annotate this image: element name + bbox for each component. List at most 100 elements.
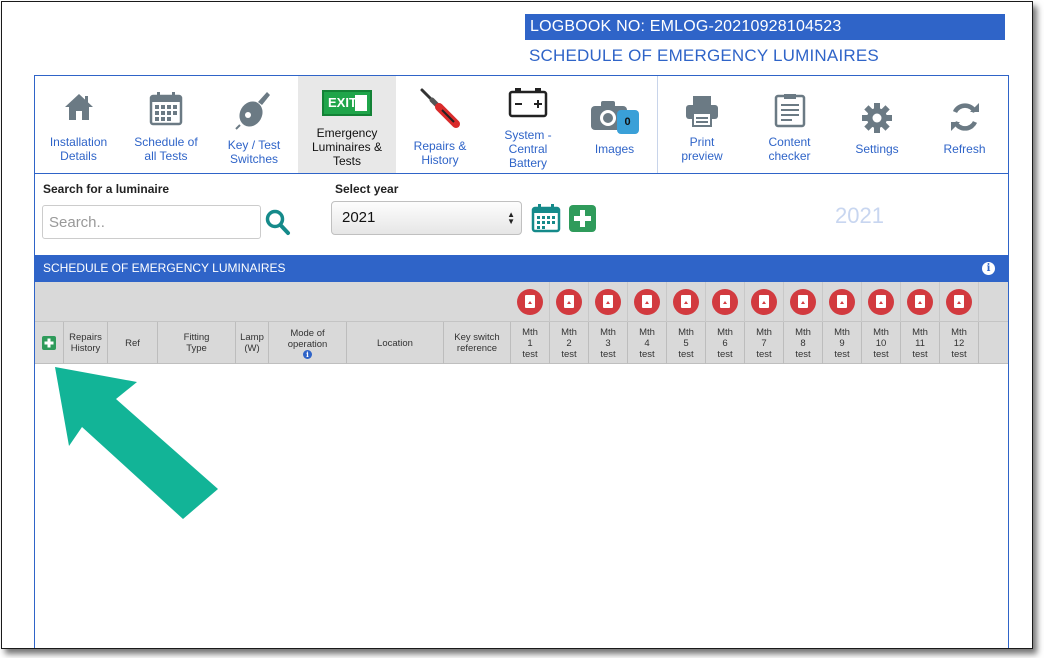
calendar-button-icon[interactable] (531, 203, 561, 233)
tool-system-central-battery[interactable]: System - Central Battery (484, 76, 572, 173)
col-month-test[interactable]: Mth 12 test (940, 322, 979, 364)
month-header-text: Mth (600, 326, 616, 338)
month-header-text: Mth (834, 326, 850, 338)
month-header-text: 8 (800, 337, 806, 349)
month-header-text: 2 (566, 337, 572, 349)
pdf-report-icon[interactable] (634, 289, 660, 315)
month-header-text: 10 (875, 337, 887, 349)
month-header-text: Mth (522, 326, 538, 338)
month-header-text: Mth (795, 326, 811, 338)
tool-print-preview[interactable]: Print preview (658, 76, 746, 173)
pdf-report-icon[interactable] (829, 289, 855, 315)
tool-label: preview (681, 149, 723, 163)
col-month-test[interactable]: Mth 3 test (589, 322, 628, 364)
pdf-report-icon[interactable] (868, 289, 894, 315)
tool-label: History (421, 153, 459, 167)
images-count-badge: 0 (616, 110, 639, 134)
add-year-button[interactable] (569, 205, 596, 232)
month-pdf-cell (511, 282, 550, 322)
col-month-test[interactable]: Mth 5 test (667, 322, 706, 364)
battery-icon (508, 88, 548, 118)
month-pdf-row (35, 282, 1008, 322)
home-icon (64, 94, 93, 120)
tool-label: Battery (508, 156, 547, 170)
tool-label: Repairs & (413, 139, 467, 153)
pdf-report-icon[interactable] (517, 289, 543, 315)
search-input[interactable] (42, 205, 261, 239)
col-location[interactable]: Location (347, 322, 444, 364)
pdf-report-icon[interactable] (556, 289, 582, 315)
tool-emergency-luminaires[interactable]: EXIT Emergency Luminaires & Tests (298, 76, 396, 173)
month-header-text: 3 (605, 337, 611, 349)
tool-label: System - (504, 128, 552, 142)
month-header-text: Mth (639, 326, 655, 338)
tool-images[interactable]: 0 Images (572, 76, 657, 173)
col-month-test[interactable]: Mth 11 test (901, 322, 940, 364)
tool-label: Central (508, 142, 548, 156)
tool-label: Luminaires & (311, 140, 383, 154)
year-display: 2021 (835, 203, 884, 228)
pdf-report-icon[interactable] (751, 289, 777, 315)
tool-label: Emergency (316, 126, 378, 140)
pdf-report-icon[interactable] (946, 289, 972, 315)
section-header: SCHEDULE OF EMERGENCY LUMINAIRES i (35, 255, 1008, 282)
search-icon[interactable] (265, 208, 291, 236)
pdf-report-icon[interactable] (790, 289, 816, 315)
month-pdf-cell (940, 282, 979, 322)
month-header-text: Mth (912, 326, 928, 338)
col-month-test[interactable]: Mth 10 test (862, 322, 901, 364)
month-header-text: 1 (527, 337, 533, 349)
col-key-switch-reference[interactable]: Key switch reference (444, 322, 511, 364)
month-header-text: test (600, 348, 616, 360)
refresh-icon (950, 103, 979, 131)
col-month-test[interactable]: Mth 7 test (745, 322, 784, 364)
tool-label: Installation (49, 135, 108, 149)
search-label: Search for a luminaire (43, 182, 170, 196)
tool-schedule-of-all-tests[interactable]: Schedule of all Tests (122, 76, 210, 173)
month-header-text: test (834, 348, 850, 360)
year-label: Select year (335, 182, 399, 196)
tool-key-test-switches[interactable]: Key / Test Switches (210, 76, 298, 173)
month-header-text: test (951, 348, 967, 360)
month-pdf-cell (628, 282, 667, 322)
month-header-text: Mth (561, 326, 577, 338)
month-pdf-cell (901, 282, 940, 322)
add-luminaire-button[interactable] (42, 336, 56, 350)
tool-installation-details[interactable]: Installation Details (35, 76, 122, 173)
page-title: SCHEDULE OF EMERGENCY LUMINAIRES (529, 46, 879, 65)
tool-settings[interactable]: Settings (833, 76, 921, 173)
month-header-text: Mth (717, 326, 733, 338)
pdf-report-icon[interactable] (595, 289, 621, 315)
month-pdf-cell (745, 282, 784, 322)
col-month-test[interactable]: Mth 1 test (511, 322, 550, 364)
month-pdf-cell (784, 282, 823, 322)
col-month-test[interactable]: Mth 6 test (706, 322, 745, 364)
printer-icon (686, 96, 718, 127)
year-selected-value: 2021 (342, 209, 376, 226)
col-month-test[interactable]: Mth 9 test (823, 322, 862, 364)
month-pdf-cell (862, 282, 901, 322)
pdf-report-icon[interactable] (907, 289, 933, 315)
tool-label: Settings (855, 142, 899, 156)
col-month-test[interactable]: Mth 4 test (628, 322, 667, 364)
month-header-text: Mth (678, 326, 694, 338)
col-mode-of-operation[interactable]: Mode of operation i (269, 322, 347, 364)
month-header-text: 5 (683, 337, 689, 349)
month-header-text: test (912, 348, 928, 360)
tool-label: checker (768, 149, 811, 163)
month-header-text: Mth (756, 326, 772, 338)
pdf-report-icon[interactable] (673, 289, 699, 315)
month-header-text: test (678, 348, 694, 360)
tool-label: Key / Test (227, 138, 281, 152)
pdf-report-icon[interactable] (712, 289, 738, 315)
tool-content-checker[interactable]: Content checker (746, 76, 833, 173)
tool-refresh[interactable]: Refresh (921, 76, 1008, 173)
calendar-icon (149, 92, 183, 126)
col-month-test[interactable]: Mth 8 test (784, 322, 823, 364)
year-select[interactable]: 2021 ▲ ▼ (331, 201, 522, 235)
col-month-test[interactable]: Mth 2 test (550, 322, 589, 364)
info-icon[interactable]: i (982, 262, 995, 275)
mode-info-icon[interactable]: i (303, 349, 312, 359)
tool-repairs-history[interactable]: Repairs & History (396, 76, 484, 173)
screwdriver-icon (420, 88, 460, 128)
